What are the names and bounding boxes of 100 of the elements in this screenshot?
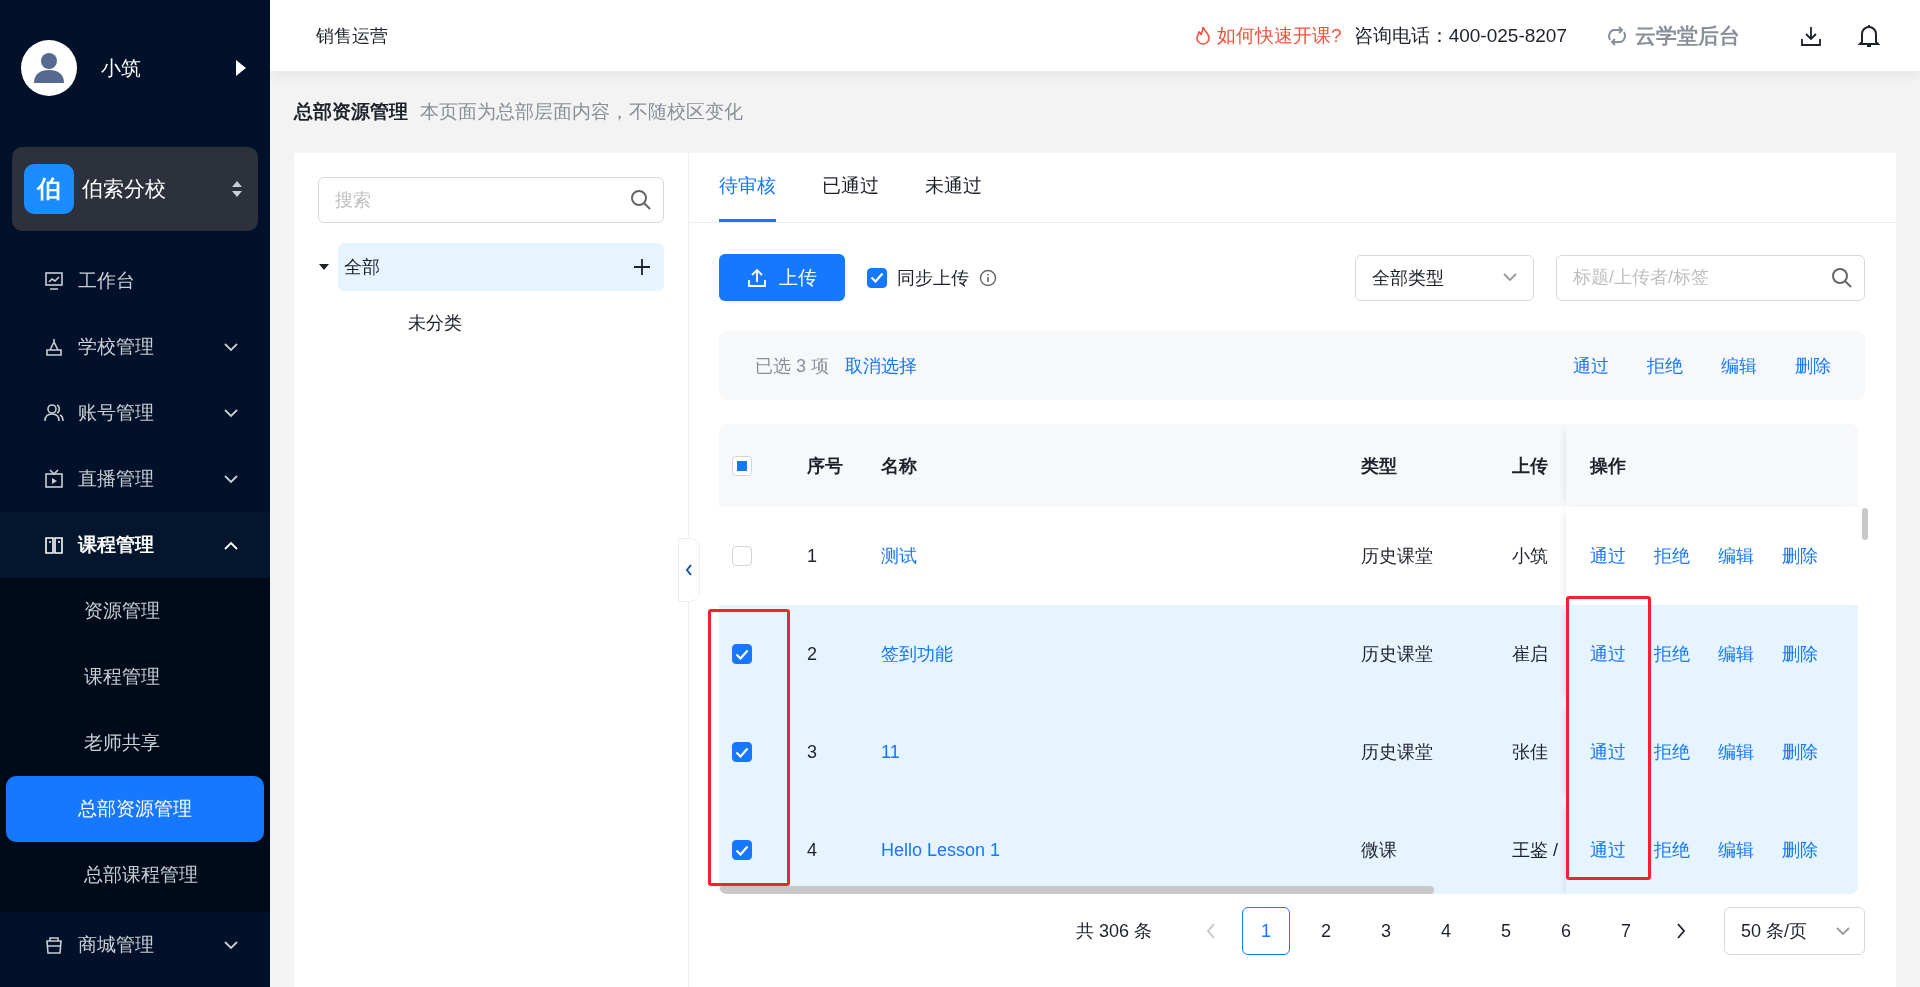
chevron-down-icon — [224, 474, 238, 484]
table-cell-text: 王鉴 / — [1512, 839, 1559, 862]
sort-icon — [231, 179, 243, 199]
menu-item[interactable]: 学校管理 — [0, 314, 270, 380]
menu-item[interactable]: 课程管理 — [0, 512, 270, 578]
submenu-item[interactable]: 老师共享 — [6, 710, 264, 776]
school-switcher[interactable]: 伯 伯索分校 — [12, 147, 258, 231]
page-button[interactable]: 6 — [1542, 907, 1590, 955]
chevron-down-icon — [224, 940, 238, 950]
page-button[interactable]: 5 — [1482, 907, 1530, 955]
submenu-item[interactable]: 课程管理 — [6, 644, 264, 710]
info-icon[interactable] — [979, 268, 997, 287]
resource-link[interactable]: 测试 — [881, 546, 917, 566]
help-link[interactable]: 如何快速开课? — [1195, 22, 1342, 49]
row-checkbox[interactable] — [732, 840, 752, 860]
action-link[interactable]: 编辑 — [1718, 740, 1754, 764]
menu-item[interactable]: 账号管理 — [0, 380, 270, 446]
column-header: 类型 — [1361, 454, 1398, 478]
plus-icon[interactable] — [632, 257, 652, 277]
table-row[interactable]: 3 11 历史课堂 张佳 通过 拒绝 编辑 删除 — [719, 703, 1858, 801]
selection-count: 已选 3 项 — [755, 354, 829, 378]
table-cell-text: 历史课堂 — [1361, 741, 1434, 764]
action-link[interactable]: 删除 — [1782, 544, 1818, 568]
download-icon[interactable] — [1800, 24, 1822, 47]
action-link[interactable]: 删除 — [1782, 838, 1818, 862]
checkbox[interactable] — [867, 267, 887, 288]
action-link[interactable]: 通过 — [1590, 642, 1626, 666]
chevron-up-icon — [224, 540, 238, 550]
vertical-scrollbar[interactable] — [1862, 508, 1868, 540]
avatar-icon[interactable] — [21, 40, 77, 96]
menu-item[interactable]: 商城管理 — [0, 912, 270, 978]
tab[interactable]: 待审核 — [719, 153, 776, 222]
tab[interactable]: 已通过 — [822, 153, 879, 222]
search-field[interactable]: 搜索 — [318, 177, 664, 223]
clear-selection-link[interactable]: 取消选择 — [845, 353, 917, 378]
menu-item[interactable]: 工作台 — [0, 248, 270, 314]
resource-link[interactable]: 签到功能 — [881, 644, 953, 664]
tv-icon — [44, 469, 64, 489]
row-checkbox[interactable] — [732, 742, 752, 762]
page-button[interactable]: 7 — [1602, 907, 1650, 955]
horizontal-scrollbar[interactable] — [719, 886, 1434, 894]
page-button[interactable]: 3 — [1362, 907, 1410, 955]
table-row[interactable]: 4 Hello Lesson 1 微课 王鉴 / 通过 拒绝 编辑 删除 — [719, 801, 1858, 894]
caret-right-icon[interactable] — [236, 60, 246, 76]
search-field[interactable]: 标题/上传者/标签 — [1556, 254, 1865, 301]
chevron-down-icon — [224, 408, 238, 418]
page-button[interactable]: 4 — [1422, 907, 1470, 955]
action-link[interactable]: 通过 — [1590, 740, 1626, 764]
action-link[interactable]: 拒绝 — [1654, 544, 1690, 568]
page-button[interactable]: 2 — [1302, 907, 1350, 955]
page-size-select[interactable]: 50 条/页 — [1724, 907, 1865, 955]
bulk-action-link[interactable]: 编辑 — [1721, 353, 1757, 378]
monitor-icon — [44, 271, 64, 291]
phone-number: 咨询电话：400-025-8207 — [1353, 23, 1567, 48]
bulk-action-link[interactable]: 拒绝 — [1647, 353, 1683, 378]
submenu-item[interactable]: 总部资源管理 — [6, 776, 264, 842]
header-title: 销售运营 — [316, 24, 389, 48]
action-link[interactable]: 删除 — [1782, 740, 1818, 764]
table-row[interactable]: 2 签到功能 历史课堂 崔启 通过 拒绝 编辑 删除 — [719, 605, 1858, 703]
shop-icon — [44, 935, 64, 955]
type-select[interactable]: 全部类型 — [1355, 254, 1534, 301]
action-link[interactable]: 拒绝 — [1654, 740, 1690, 764]
search-icon — [630, 189, 652, 211]
table-row[interactable]: 1 测试 历史课堂 小筑 通过 拒绝 编辑 删除 — [719, 507, 1858, 605]
chevron-down-icon — [224, 342, 238, 352]
resource-link[interactable]: Hello Lesson 1 — [881, 839, 1001, 860]
resource-link[interactable]: 11 — [881, 741, 900, 762]
action-link[interactable]: 拒绝 — [1654, 838, 1690, 862]
submenu-item[interactable]: 资源管理 — [6, 578, 264, 644]
action-link[interactable]: 编辑 — [1718, 544, 1754, 568]
menu-item[interactable]: 直播管理 — [0, 446, 270, 512]
action-link[interactable]: 通过 — [1590, 544, 1626, 568]
bulk-action-link[interactable]: 通过 — [1573, 353, 1609, 378]
submenu-item[interactable]: 总部课程管理 — [6, 842, 264, 908]
school-name: 伯索分校 — [82, 176, 167, 202]
page-button[interactable]: 1 — [1242, 907, 1290, 955]
tree-node[interactable]: 未分类 — [402, 299, 664, 347]
tree-node[interactable]: 全部 — [338, 243, 664, 291]
action-link[interactable]: 编辑 — [1718, 642, 1754, 666]
school-badge: 伯 — [24, 164, 74, 214]
bell-icon[interactable] — [1858, 23, 1880, 48]
chevron-right-icon[interactable] — [1676, 923, 1686, 939]
action-link[interactable]: 拒绝 — [1654, 642, 1690, 666]
bulk-action-link[interactable]: 删除 — [1795, 353, 1831, 378]
table-cell-text: 微课 — [1361, 839, 1398, 862]
select-all-checkbox[interactable] — [732, 455, 752, 476]
users-icon — [44, 403, 64, 423]
row-checkbox[interactable] — [732, 644, 752, 664]
action-link[interactable]: 删除 — [1782, 642, 1818, 666]
action-link[interactable]: 通过 — [1590, 838, 1626, 862]
upload-button[interactable]: 上传 — [719, 254, 845, 301]
collapse-handle[interactable] — [678, 538, 700, 602]
tab[interactable]: 未通过 — [925, 153, 982, 222]
table-cell-text: 4 — [806, 839, 818, 861]
action-link[interactable]: 编辑 — [1718, 838, 1754, 862]
book-icon — [44, 535, 64, 555]
checkbox-label: 同步上传 — [897, 266, 969, 290]
bell-stand-icon — [44, 337, 64, 357]
chevron-down-icon — [1503, 273, 1517, 282]
table-cell-text: 小筑 — [1512, 545, 1549, 568]
